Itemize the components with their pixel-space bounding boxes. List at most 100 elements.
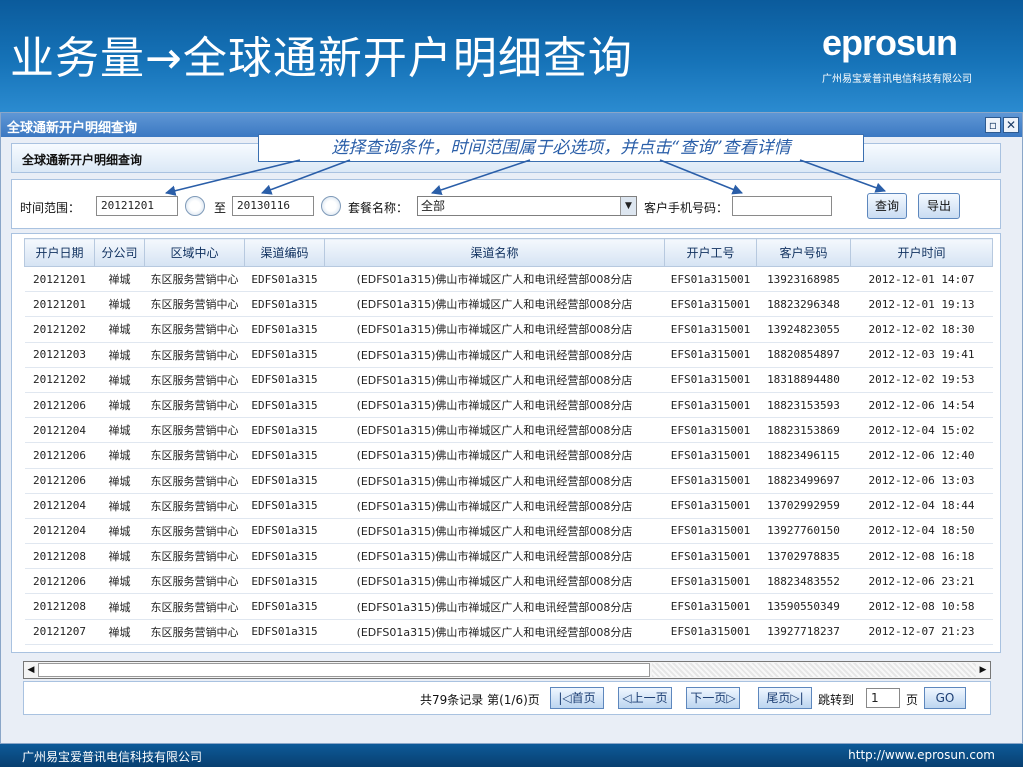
hint-callout: 选择查询条件，时间范围属于必选项，并点击“查询”查看详情 — [258, 134, 864, 162]
last-page-button[interactable]: 尾页▷| — [758, 687, 812, 709]
table-row[interactable]: 20121202 禅城 东区服务营销中心 EDFS01a315 (EDFS01a315)… — [24, 316, 993, 343]
table-cell: 13927718237 — [756, 619, 851, 645]
table-cell: 18823496115 — [756, 442, 851, 469]
table-row[interactable]: 20121201 禅城 东区服务营销中心 EDFS01a315 (EDFS01a315)… — [24, 266, 993, 293]
table-cell: EFS01a315001 — [664, 593, 757, 620]
table-row[interactable]: 20121206 禅城 东区服务营销中心 EDFS01a315 (EDFS01a315)… — [24, 442, 993, 469]
table-cell: 20121206 — [24, 568, 95, 595]
table-cell: EFS01a315001 — [664, 417, 757, 444]
table-cell: 禅城 — [94, 442, 145, 469]
results-table-container: 开户日期 分公司 区域中心 渠道编码 渠道名称 开户工号 客户号码 开户时间 2… — [11, 233, 1001, 653]
table-cell: 东区服务营销中心 — [144, 342, 245, 368]
chevron-down-icon[interactable]: ▼ — [620, 197, 636, 215]
table-cell: 东区服务营销中心 — [144, 367, 245, 393]
table-row[interactable]: 20121204 禅城 东区服务营销中心 EDFS01a315 (EDFS01a315)… — [24, 417, 993, 444]
record-summary: 共79条记录 第(1/6)页 — [420, 693, 540, 707]
table-row[interactable]: 20121202 禅城 东区服务营销中心 EDFS01a315 (EDFS01a315)… — [24, 367, 993, 393]
scrollbar-track[interactable] — [652, 663, 976, 677]
table-cell: EDFS01a315 — [244, 316, 325, 343]
column-header[interactable]: 客户号码 — [756, 238, 851, 267]
to-label: 至 — [214, 201, 227, 215]
start-date-input[interactable]: 20121201 — [96, 196, 178, 216]
column-header[interactable]: 分公司 — [94, 238, 145, 267]
window-title: 全球通新开户明细查询 — [7, 121, 138, 136]
table-cell: EFS01a315001 — [664, 442, 757, 469]
table-cell: 20121208 — [24, 543, 95, 570]
column-header[interactable]: 开户时间 — [850, 238, 993, 267]
package-select[interactable]: 全部 ▼ — [417, 196, 637, 216]
table-cell: EDFS01a315 — [244, 619, 325, 645]
table-cell: 东区服务营销中心 — [144, 417, 245, 444]
column-header[interactable]: 开户工号 — [664, 238, 757, 267]
table-cell: 东区服务营销中心 — [144, 568, 245, 595]
calendar-icon[interactable] — [321, 196, 341, 216]
table-cell: 2012-12-07 21:23 — [850, 619, 993, 645]
go-button[interactable]: GO — [924, 687, 966, 709]
footer-company: 广州易宝爱普讯电信科技有限公司 — [22, 750, 203, 764]
table-row[interactable]: 20121206 禅城 东区服务营销中心 EDFS01a315 (EDFS01a315)… — [24, 392, 993, 419]
table-cell: EFS01a315001 — [664, 543, 757, 570]
table-cell: 2012-12-08 16:18 — [850, 543, 993, 570]
scroll-right-icon[interactable]: ▶ — [977, 663, 989, 677]
jump-label: 跳转到 — [818, 693, 855, 707]
table-row[interactable]: 20121208 禅城 东区服务营销中心 EDFS01a315 (EDFS01a315)… — [24, 543, 993, 570]
table-cell: 13702978835 — [756, 543, 851, 570]
table-cell: (EDFS01a315)佛山市禅城区广人和电讯经营部008分店 — [324, 593, 665, 620]
table-cell: 2012-12-02 18:30 — [850, 316, 993, 343]
table-cell: 18823153593 — [756, 392, 851, 419]
table-cell: (EDFS01a315)佛山市禅城区广人和电讯经营部008分店 — [324, 543, 665, 570]
table-cell: 20121206 — [24, 442, 95, 469]
scroll-left-icon[interactable]: ◀ — [25, 663, 37, 677]
close-icon[interactable]: ✕ — [1003, 117, 1019, 133]
first-page-button[interactable]: |◁首页 — [550, 687, 604, 709]
table-cell: EFS01a315001 — [664, 266, 757, 293]
table-cell: EFS01a315001 — [664, 367, 757, 393]
table-cell: EDFS01a315 — [244, 593, 325, 620]
next-page-button[interactable]: 下一页▷ — [686, 687, 740, 709]
table-cell: EDFS01a315 — [244, 392, 325, 419]
table-row[interactable]: 20121204 禅城 东区服务营销中心 EDFS01a315 (EDFS01a315)… — [24, 518, 993, 545]
column-header[interactable]: 区域中心 — [144, 238, 245, 267]
horizontal-scrollbar[interactable]: ◀ ▶ — [23, 661, 991, 679]
table-cell: 2012-12-04 18:50 — [850, 518, 993, 545]
table-cell: 20121203 — [24, 342, 95, 368]
table-cell: 20121204 — [24, 518, 95, 545]
table-row[interactable]: 20121208 禅城 东区服务营销中心 EDFS01a315 (EDFS01a315)… — [24, 593, 993, 620]
company-logo: eprosun — [822, 22, 958, 63]
table-cell: 2012-12-06 14:54 — [850, 392, 993, 419]
table-row[interactable]: 20121201 禅城 东区服务营销中心 EDFS01a315 (EDFS01a315)… — [24, 291, 993, 318]
table-cell: 禅城 — [94, 316, 145, 343]
table-row[interactable]: 20121207 禅城 东区服务营销中心 EDFS01a315 (EDFS01a315)… — [24, 619, 993, 645]
calendar-icon[interactable] — [185, 196, 205, 216]
column-header[interactable]: 渠道编码 — [244, 238, 325, 267]
table-row[interactable]: 20121206 禅城 东区服务营销中心 EDFS01a315 (EDFS01a315)… — [24, 568, 993, 595]
table-row[interactable]: 20121206 禅城 东区服务营销中心 EDFS01a315 (EDFS01a315)… — [24, 468, 993, 494]
restore-icon[interactable]: ▫ — [985, 117, 1001, 133]
footer-url[interactable]: http://www.eprosun.com — [848, 748, 995, 762]
page-number-input[interactable]: 1 — [866, 688, 900, 708]
table-cell: 2012-12-02 19:53 — [850, 367, 993, 393]
table-row[interactable]: 20121203 禅城 东区服务营销中心 EDFS01a315 (EDFS01a315)… — [24, 342, 993, 368]
column-header[interactable]: 渠道名称 — [324, 238, 665, 267]
table-cell: 东区服务营销中心 — [144, 493, 245, 519]
phone-input[interactable] — [732, 196, 832, 216]
table-cell: 18823499697 — [756, 468, 851, 494]
page-unit-label: 页 — [906, 693, 919, 707]
package-select-value: 全部 — [421, 199, 446, 213]
table-cell: (EDFS01a315)佛山市禅城区广人和电讯经营部008分店 — [324, 417, 665, 444]
prev-page-button[interactable]: ◁上一页 — [618, 687, 672, 709]
table-cell: EFS01a315001 — [664, 291, 757, 318]
end-date-input[interactable]: 20130116 — [232, 196, 314, 216]
phone-label: 客户手机号码： — [644, 201, 729, 215]
query-window: 全球通新开户明细查询 ▫ ✕ 全球通新开户明细查询 时间范围： 20121201… — [0, 112, 1023, 744]
export-button[interactable]: 导出 — [918, 193, 960, 219]
results-table: 开户日期 分公司 区域中心 渠道编码 渠道名称 开户工号 客户号码 开户时间 2… — [24, 238, 993, 645]
scrollbar-thumb[interactable] — [38, 663, 650, 677]
query-button[interactable]: 查询 — [867, 193, 907, 219]
table-cell: EDFS01a315 — [244, 518, 325, 545]
table-row[interactable]: 20121204 禅城 东区服务营销中心 EDFS01a315 (EDFS01a315)… — [24, 493, 993, 519]
column-header[interactable]: 开户日期 — [24, 238, 95, 267]
table-cell: 东区服务营销中心 — [144, 392, 245, 419]
table-cell: 18823296348 — [756, 291, 851, 318]
table-cell: 禅城 — [94, 291, 145, 318]
